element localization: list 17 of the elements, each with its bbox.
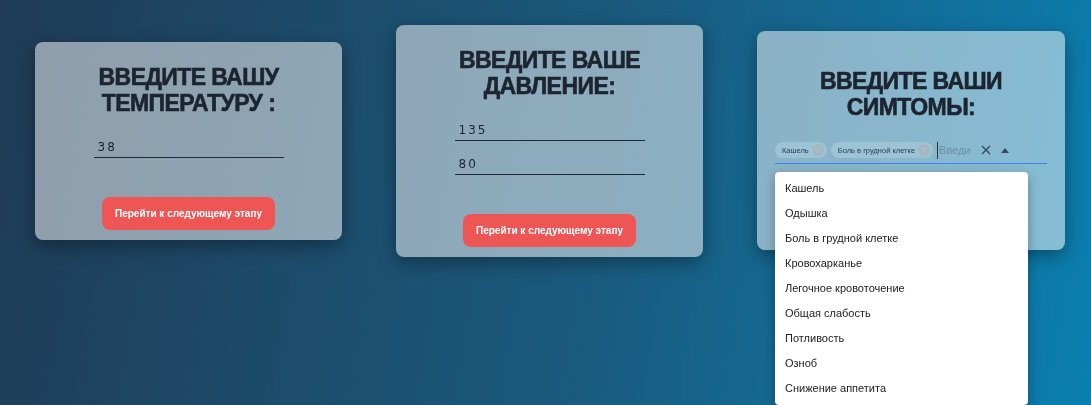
dropdown-option[interactable]: Кашель — [775, 176, 1028, 201]
clear-icon[interactable] — [981, 145, 992, 156]
input-field[interactable]: 135 — [454, 121, 645, 141]
dropdown-option[interactable]: Общая слабость — [775, 301, 1028, 326]
card-title: ВВЕДИТЕ ВАШУ ТЕМПЕРАТУРУ : — [97, 64, 280, 116]
card-title: ВВЕДИТЕ ВАШИ СИМТОМЫ: — [818, 68, 1004, 120]
dropdown-option[interactable]: Легочное кровоточение — [775, 276, 1028, 301]
dropdown-option[interactable]: Боль в грудной клетке — [775, 226, 1028, 251]
input-field[interactable]: 80 — [454, 155, 645, 175]
caret-icon[interactable] — [1001, 147, 1010, 153]
dropdown-option[interactable]: Одышка — [775, 201, 1028, 226]
dropdown-option[interactable]: Потливость — [775, 326, 1028, 351]
dropdown-option[interactable]: Озноб — [775, 351, 1028, 376]
card-title: ВВЕДИТЕ ВАШЕ ДАВЛЕНИЕ: — [458, 47, 641, 99]
dropdown-option[interactable]: Кровохарканье — [775, 251, 1028, 276]
input-field[interactable]: 38 — [93, 138, 284, 158]
dropdown-option[interactable]: Снижение аппетита — [775, 376, 1028, 401]
